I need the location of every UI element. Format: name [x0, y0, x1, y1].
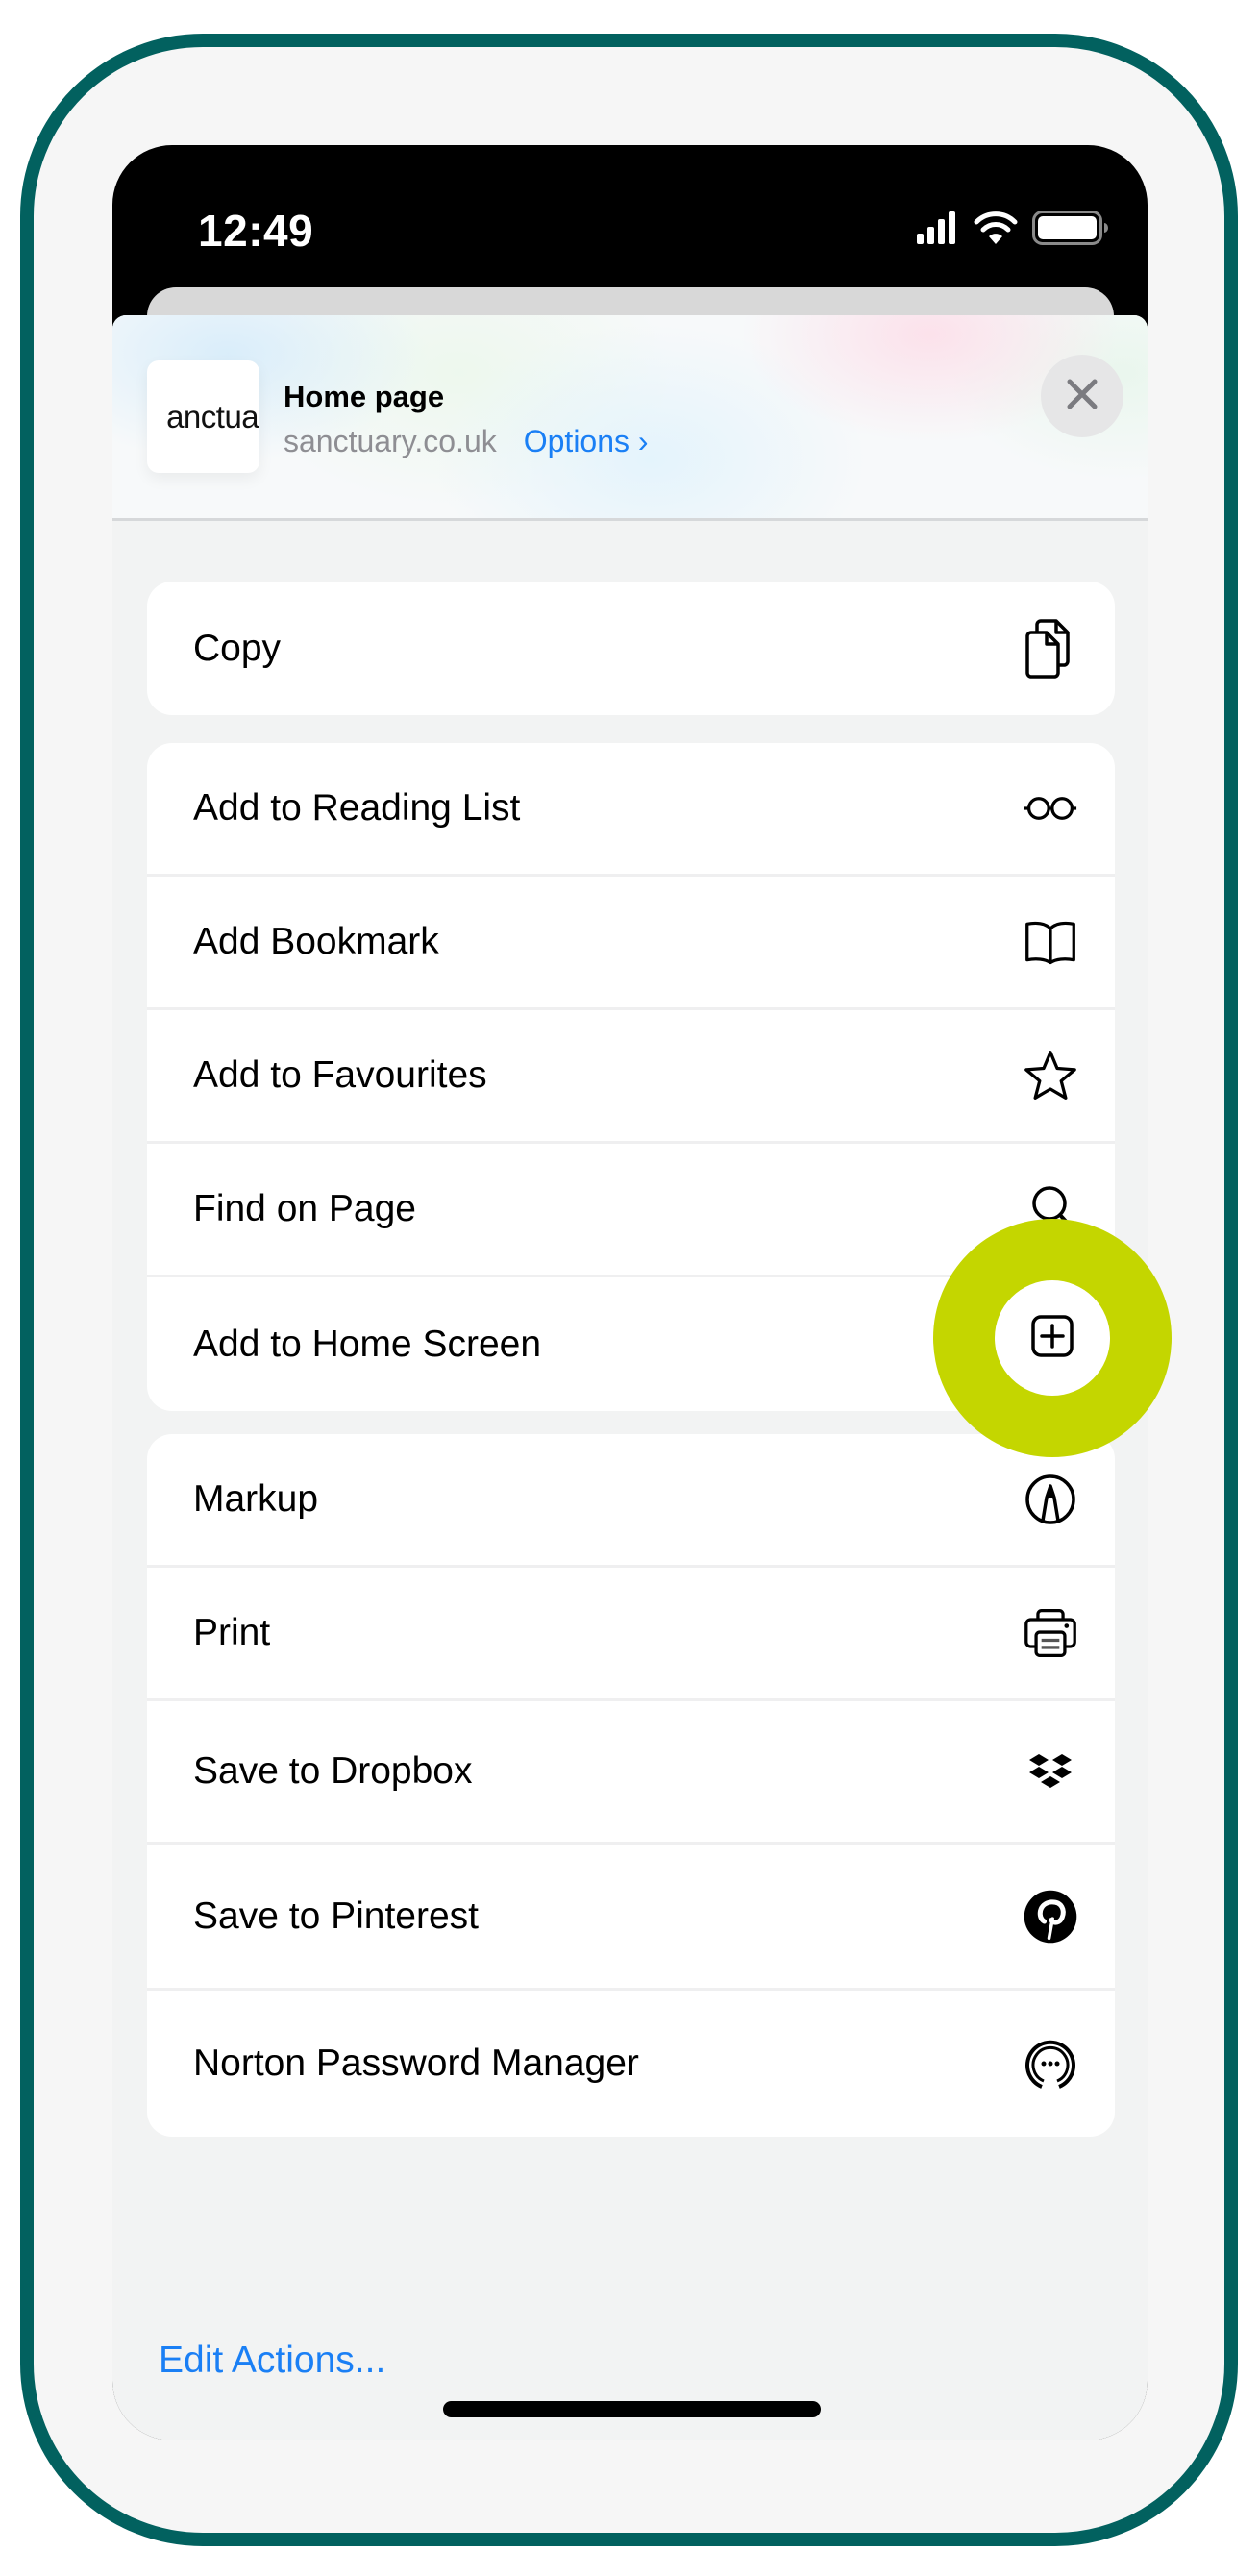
action-label: Save to Pinterest	[193, 1895, 479, 1937]
action-label: Add to Favourites	[193, 1054, 487, 1096]
page-thumbnail: anctuai	[147, 360, 259, 473]
cellular-signal-icon	[917, 211, 959, 250]
options-label: Options	[523, 424, 630, 458]
dropbox-icon	[1024, 1745, 1077, 1798]
options-link[interactable]: Options ›	[524, 424, 649, 459]
action-label: Add Bookmark	[193, 921, 439, 962]
action-add-to-reading-list[interactable]: Add to Reading List	[147, 743, 1115, 877]
action-norton-password-manager[interactable]: Norton Password Manager	[147, 1991, 1115, 2137]
chevron-right-icon: ›	[637, 424, 649, 458]
battery-icon	[1032, 210, 1109, 251]
action-label: Markup	[193, 1478, 319, 1520]
star-icon	[1024, 1049, 1077, 1102]
glasses-icon	[1024, 781, 1077, 835]
page-domain: sanctuary.co.uk	[284, 424, 497, 458]
thumbnail-text: anctuai	[166, 398, 259, 434]
share-sheet-header: anctuai Home page sanctuary.co.uk Option…	[112, 315, 1148, 521]
action-label: Print	[193, 1612, 271, 1653]
copy-icon	[1024, 618, 1077, 679]
markup-pen-icon	[1024, 1473, 1077, 1526]
add-square-icon	[1030, 1314, 1074, 1363]
close-icon	[1066, 378, 1099, 415]
action-label: Save to Dropbox	[193, 1750, 473, 1792]
action-label: Norton Password Manager	[193, 2043, 639, 2084]
action-markup[interactable]: Markup	[147, 1434, 1115, 1568]
status-time: 12:49	[198, 206, 314, 256]
action-label: Copy	[193, 627, 282, 669]
action-save-to-dropbox[interactable]: Save to Dropbox	[147, 1701, 1115, 1845]
action-group-3: Markup Print Save to Dropbox Save to Pin…	[147, 1434, 1115, 2137]
close-button[interactable]	[1041, 355, 1123, 437]
action-add-to-favourites[interactable]: Add to Favourites	[147, 1010, 1115, 1144]
book-icon	[1024, 915, 1077, 969]
highlight-ring	[933, 1219, 1172, 1457]
action-copy[interactable]: Copy	[147, 582, 1115, 715]
page-subtitle: sanctuary.co.uk Options ›	[284, 424, 649, 459]
norton-password-manager-icon	[1024, 2037, 1077, 2091]
action-save-to-pinterest[interactable]: Save to Pinterest	[147, 1845, 1115, 1991]
wifi-icon	[973, 210, 1019, 251]
action-label: Add to Home Screen	[193, 1323, 542, 1365]
printer-icon	[1024, 1606, 1077, 1660]
status-icons	[917, 210, 1109, 251]
action-add-bookmark[interactable]: Add Bookmark	[147, 877, 1115, 1010]
home-indicator[interactable]	[443, 2401, 821, 2417]
edit-actions-link[interactable]: Edit Actions...	[159, 2340, 385, 2382]
action-label: Add to Reading List	[193, 787, 521, 829]
action-print[interactable]: Print	[147, 1568, 1115, 1701]
highlight-inner[interactable]	[995, 1280, 1110, 1396]
action-group-1: Copy	[147, 582, 1115, 715]
page-title: Home page	[284, 380, 445, 413]
action-label: Find on Page	[193, 1188, 417, 1229]
pinterest-icon	[1024, 1890, 1077, 1944]
